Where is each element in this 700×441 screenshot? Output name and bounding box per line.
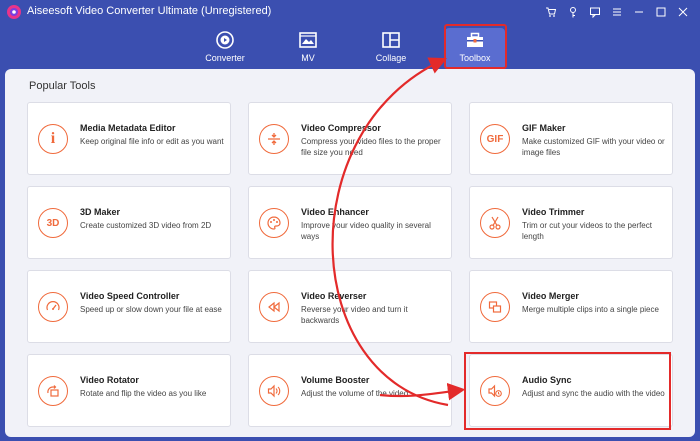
tab-toolbox[interactable]: Toolbox [445, 28, 505, 68]
gif-icon: GIF [480, 124, 510, 154]
tab-mv-label: MV [301, 53, 315, 63]
tool-description: Rotate and flip the video as you like [80, 389, 207, 398]
tab-toolbox-label: Toolbox [459, 53, 491, 63]
tool-card-video-reverser[interactable]: Video Reverser Reverse your video and tu… [248, 270, 452, 343]
window-controls [542, 3, 692, 21]
scissors-icon [480, 208, 510, 238]
rewind-icon [259, 292, 289, 322]
tool-name: GIF Maker [522, 123, 566, 133]
tool-description: Keep original file info or edit as you w… [80, 137, 224, 146]
tool-name: Video Speed Controller [80, 291, 180, 301]
tab-collage[interactable]: Collage [361, 28, 421, 68]
main-nav: Converter MV Collage Toolbox [0, 24, 700, 70]
tool-card-video-rotator[interactable]: Video Rotator Rotate and flip the video … [27, 354, 231, 427]
cart-icon [546, 7, 557, 17]
volume-icon [259, 376, 289, 406]
converter-icon [216, 31, 234, 49]
compress-icon [259, 124, 289, 154]
tab-converter[interactable]: Converter [195, 28, 255, 68]
minimize-icon [635, 11, 643, 13]
tool-name: Media Metadata Editor [80, 123, 176, 133]
tool-card-video-merger[interactable]: Video Merger Merge multiple clips into a… [469, 270, 673, 343]
tool-description: Create customized 3D video from 2D [80, 221, 212, 230]
tool-card-volume-booster[interactable]: Volume Booster Adjust the volume of the … [248, 354, 452, 427]
info-icon: i [38, 124, 68, 154]
tab-collage-label: Collage [375, 53, 407, 63]
tool-description: Trim or cut your videos to the perfect l… [522, 221, 652, 241]
tool-card-gif-maker[interactable]: GIF GIF Maker Make customized GIF with y… [469, 102, 673, 175]
tool-name: Video Rotator [80, 375, 139, 385]
tool-name: Video Compressor [301, 123, 381, 133]
3d-icon: 3D [38, 208, 68, 238]
tool-card-3d-maker[interactable]: 3D 3D Maker Create customized 3D video f… [27, 186, 231, 259]
key-icon [570, 7, 576, 18]
chat-icon [590, 7, 600, 18]
toolbox-icon [467, 32, 483, 47]
menu-icon [613, 8, 621, 16]
tool-description: Make customized GIF with your video or i… [522, 137, 665, 157]
tool-description: Adjust the volume of the video [301, 389, 409, 398]
tool-name: Audio Sync [522, 375, 572, 385]
close-icon [678, 7, 688, 17]
tool-name: Video Merger [522, 291, 579, 301]
feedback-button[interactable] [586, 3, 604, 21]
menu-button[interactable] [608, 3, 626, 21]
tool-card-video-compressor[interactable]: Video Compressor Compress your video fil… [248, 102, 452, 175]
rotate-icon [38, 376, 68, 406]
cart-button[interactable] [542, 3, 560, 21]
section-title: Popular Tools [29, 80, 96, 92]
collage-icon [382, 32, 400, 48]
app-logo-icon [7, 5, 21, 19]
tool-description: Adjust and sync the audio with the video [522, 389, 665, 398]
maximize-icon [656, 7, 666, 17]
tab-converter-label: Converter [205, 53, 245, 63]
tool-name: Video Enhancer [301, 207, 369, 217]
tool-description: Speed up or slow down your file at ease [80, 305, 222, 314]
tool-card-video-enhancer[interactable]: Video Enhancer Improve your video qualit… [248, 186, 452, 259]
tool-description: Reverse your video and turn it backwards [301, 305, 408, 325]
tool-description: Merge multiple clips into a single piece [522, 305, 659, 314]
tool-name: Video Trimmer [522, 207, 585, 217]
tool-card-media-metadata-editor[interactable]: i Media Metadata Editor Keep original fi… [27, 102, 231, 175]
toolbox-panel: Popular Tools i Media Metadata Editor Ke… [5, 69, 695, 437]
tool-description: Compress your video files to the proper … [301, 137, 441, 157]
tool-description: Improve your video quality in several wa… [301, 221, 431, 241]
palette-icon [259, 208, 289, 238]
window-title: Aiseesoft Video Converter Ultimate (Unre… [27, 5, 272, 17]
title-bar: Aiseesoft Video Converter Ultimate (Unre… [0, 0, 700, 24]
tool-card-audio-sync[interactable]: Audio Sync Adjust and sync the audio wit… [469, 354, 673, 427]
tool-name: 3D Maker [80, 207, 121, 217]
tool-name: Volume Booster [301, 375, 370, 385]
close-button[interactable] [674, 3, 692, 21]
tab-mv[interactable]: MV [278, 28, 338, 68]
maximize-button[interactable] [652, 3, 670, 21]
mv-icon [299, 32, 317, 48]
tool-name: Video Reverser [301, 291, 367, 301]
tool-card-video-trimmer[interactable]: Video Trimmer Trim or cut your videos to… [469, 186, 673, 259]
speedometer-icon [38, 292, 68, 322]
merge-icon [480, 292, 510, 322]
tool-card-video-speed-controller[interactable]: Video Speed Controller Speed up or slow … [27, 270, 231, 343]
key-button[interactable] [564, 3, 582, 21]
audio-sync-icon [480, 376, 510, 406]
minimize-button[interactable] [630, 3, 648, 21]
